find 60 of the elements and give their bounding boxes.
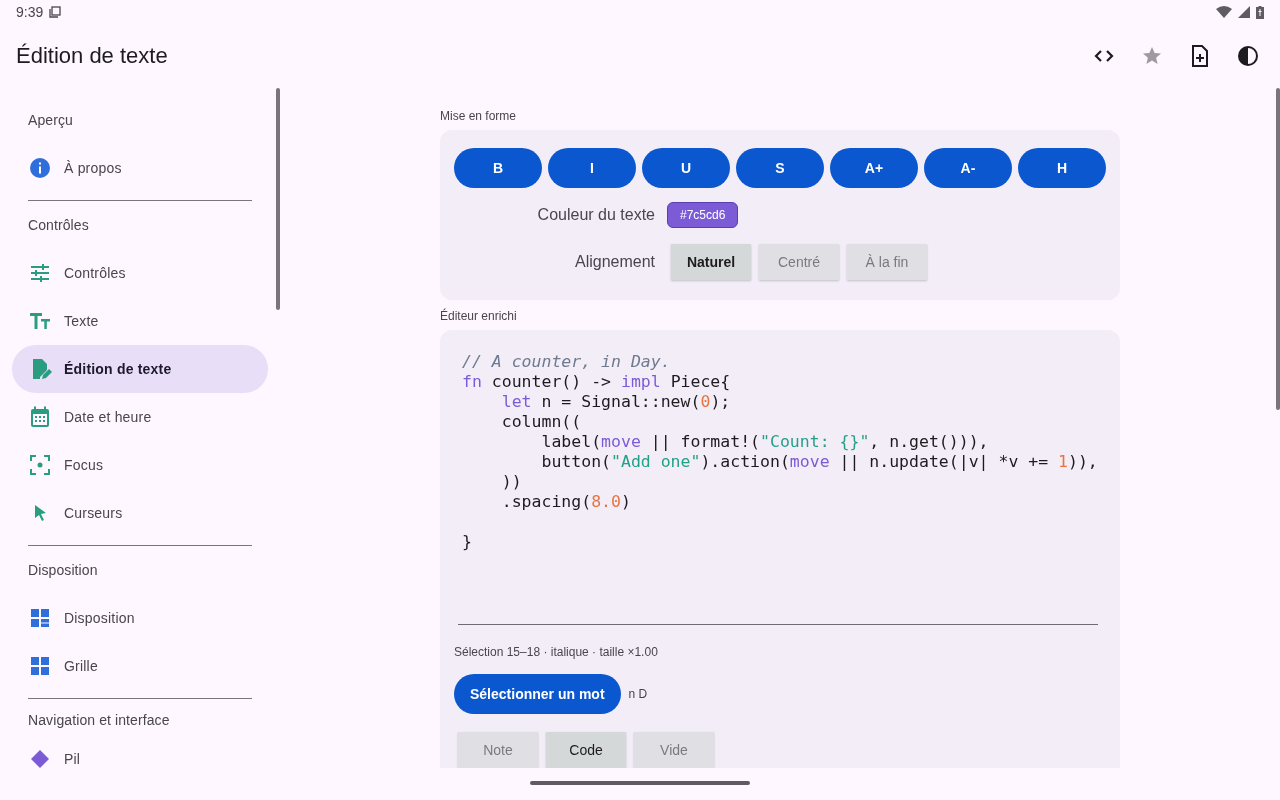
code-line: .spacing(8.0) bbox=[500, 492, 631, 512]
code-line: button("Add one").action(move || n.update(|v| *v += 1)), bbox=[540, 452, 1098, 472]
code-line: // A counter, in Day. bbox=[462, 352, 671, 372]
nav-item[interactable]: Grille bbox=[12, 642, 268, 690]
field-label: Alignement bbox=[573, 253, 655, 271]
nav-item[interactable]: Texte bbox=[12, 297, 268, 345]
alignment-option[interactable]: À la fin bbox=[847, 244, 927, 280]
block-type-option[interactable]: Vide bbox=[634, 732, 714, 768]
format-button[interactable]: H bbox=[1018, 148, 1106, 188]
signal-icon bbox=[1238, 6, 1250, 18]
calendar-icon bbox=[28, 405, 52, 429]
section-header: Navigation et interface bbox=[28, 712, 170, 728]
alignment-option[interactable]: Centré bbox=[759, 244, 839, 280]
wifi-icon bbox=[1216, 6, 1232, 18]
code-line: column(( bbox=[500, 412, 582, 432]
format-button[interactable]: A+ bbox=[830, 148, 918, 188]
info-icon bbox=[28, 156, 52, 180]
contrast-icon[interactable] bbox=[1236, 44, 1260, 68]
section-title: Mise en forme bbox=[440, 109, 518, 123]
nav-item[interactable]: Pil bbox=[12, 735, 268, 768]
scrollbar[interactable] bbox=[276, 88, 280, 310]
nav-item[interactable]: Disposition bbox=[12, 594, 268, 642]
code-line: )) bbox=[500, 472, 522, 492]
code-line: let n = Signal::new(0); bbox=[500, 392, 731, 412]
section-title: Éditeur enrichi bbox=[440, 309, 518, 323]
section-header: Aperçu bbox=[28, 112, 73, 128]
grid-icon bbox=[28, 654, 52, 678]
code-line: label(move || format!("Count: {}", n.get())), bbox=[540, 432, 989, 452]
gesture-handle[interactable] bbox=[530, 780, 750, 785]
code-line: fn counter() -> impl Piece{ bbox=[462, 372, 731, 392]
format-button[interactable]: S bbox=[736, 148, 824, 188]
color-chip[interactable]: #7c5cd6 bbox=[667, 202, 739, 228]
format-button[interactable]: U bbox=[642, 148, 730, 188]
block-type-option[interactable]: Code bbox=[546, 732, 626, 768]
section-header: Disposition bbox=[28, 562, 98, 578]
code-line: } bbox=[462, 532, 472, 552]
sliders-icon bbox=[28, 261, 52, 285]
nav-item[interactable]: Édition de texte bbox=[12, 345, 268, 393]
nav-item[interactable]: Focus bbox=[12, 441, 268, 489]
format-button[interactable]: A- bbox=[924, 148, 1012, 188]
status-time: 9:39 bbox=[16, 4, 44, 20]
block-type-option[interactable]: Note bbox=[458, 732, 538, 768]
focus-icon bbox=[28, 453, 52, 477]
select-word-button[interactable]: Sélectionner un mot bbox=[454, 674, 621, 714]
alignment-option[interactable]: Naturel bbox=[671, 244, 751, 280]
scrollbar[interactable] bbox=[1276, 88, 1280, 410]
selected-word: n D bbox=[628, 687, 648, 701]
selection-info: Sélection 15–18 · italique · taille ×1.00 bbox=[454, 645, 659, 659]
screenshot-icon bbox=[49, 6, 62, 18]
nav-item[interactable]: À propos bbox=[12, 144, 268, 192]
nav-item[interactable]: Curseurs bbox=[12, 489, 268, 537]
app-title: Édition de texte bbox=[16, 43, 169, 69]
section-header: Contrôles bbox=[28, 217, 89, 233]
layout-icon bbox=[28, 606, 52, 630]
format-button[interactable]: B bbox=[454, 148, 542, 188]
nav-item[interactable]: Date et heure bbox=[12, 393, 268, 441]
battery-icon bbox=[1256, 5, 1264, 19]
nav-item[interactable]: Contrôles bbox=[12, 249, 268, 297]
field-label: Couleur du texte bbox=[536, 206, 655, 224]
format-button[interactable]: I bbox=[548, 148, 636, 188]
